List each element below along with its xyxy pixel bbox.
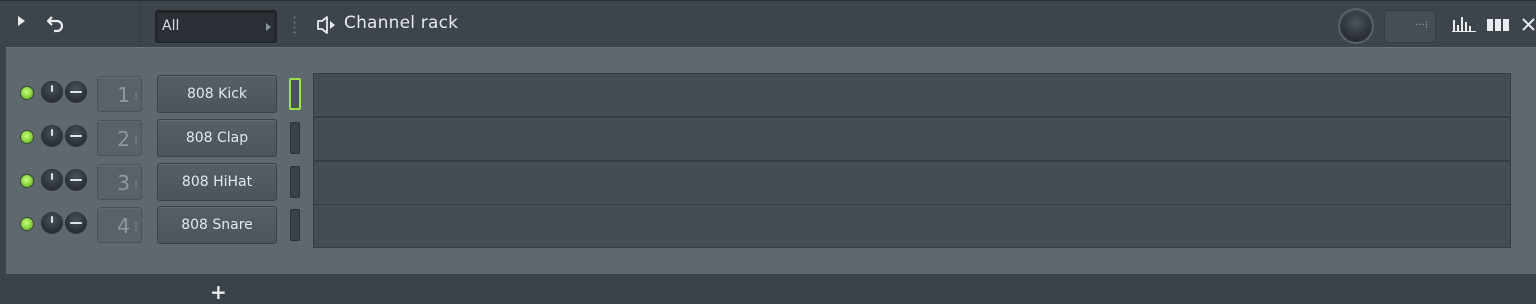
mixer-track-number[interactable]: 4 bbox=[97, 207, 142, 243]
channel-button[interactable]: 808 Kick bbox=[157, 75, 277, 113]
channel-mute-led[interactable] bbox=[21, 218, 33, 230]
channel-mute-led[interactable] bbox=[21, 175, 33, 187]
graph-editor-icon[interactable] bbox=[1452, 16, 1476, 32]
channel-row: 1 808 Kick bbox=[6, 73, 1536, 117]
step-sequencer-lane[interactable] bbox=[313, 161, 1511, 205]
channel-button[interactable]: 808 HiHat bbox=[157, 163, 277, 201]
swing-dots-icon: ···⁝ bbox=[1415, 20, 1428, 31]
divider bbox=[140, 1, 141, 47]
master-volume-knob[interactable] bbox=[1340, 10, 1372, 42]
step-sequencer-lane[interactable] bbox=[313, 117, 1511, 161]
chevron-right-icon bbox=[266, 23, 271, 31]
undo-icon[interactable] bbox=[46, 12, 66, 34]
channel-volume-knob[interactable] bbox=[42, 213, 62, 233]
step-sequencer-lane[interactable] bbox=[313, 73, 1511, 117]
channel-pan-knob[interactable] bbox=[66, 213, 86, 233]
channel-volume-knob[interactable] bbox=[42, 170, 62, 190]
mixer-track-label: 1 bbox=[117, 83, 130, 107]
mixer-track-number[interactable]: 3 bbox=[97, 164, 142, 200]
swing-control[interactable]: ···⁝ bbox=[1384, 10, 1436, 43]
channel-volume-knob[interactable] bbox=[42, 126, 62, 146]
channel-mute-led[interactable] bbox=[21, 131, 33, 143]
filter-value: All bbox=[162, 18, 180, 34]
mixer-track-label: 3 bbox=[117, 171, 130, 195]
mixer-track-label: 2 bbox=[117, 127, 130, 151]
channel-row: 2 808 Clap bbox=[6, 117, 1536, 161]
channel-pan-knob[interactable] bbox=[66, 126, 86, 146]
channel-row: 3 808 HiHat bbox=[6, 161, 1536, 205]
channel-button[interactable]: 808 Clap bbox=[157, 119, 277, 157]
channel-mute-led[interactable] bbox=[21, 87, 33, 99]
step-sequencer-lane[interactable] bbox=[313, 204, 1511, 248]
title-bar: All Channel rack ···⁝ bbox=[0, 0, 1536, 47]
window-title: Channel rack bbox=[344, 13, 459, 33]
play-icon[interactable] bbox=[18, 16, 25, 26]
channel-rack-panel: 1 808 Kick 2 808 Clap 3 808 HiHat 4 808 … bbox=[6, 47, 1536, 274]
mixer-track-number[interactable]: 2 bbox=[97, 120, 142, 156]
add-channel-button[interactable]: + bbox=[210, 282, 227, 302]
channel-button[interactable]: 808 Snare bbox=[157, 206, 277, 244]
channel-pan-knob[interactable] bbox=[66, 170, 86, 190]
channel-select-indicator[interactable] bbox=[290, 122, 300, 154]
mixer-track-number[interactable]: 1 bbox=[97, 76, 142, 112]
piano-roll-icon[interactable] bbox=[1486, 16, 1510, 32]
channel-volume-knob[interactable] bbox=[42, 82, 62, 102]
channel-filter-select[interactable]: All bbox=[155, 10, 277, 43]
channel-select-indicator[interactable] bbox=[290, 166, 300, 198]
speaker-icon[interactable] bbox=[316, 14, 340, 36]
channel-select-indicator[interactable] bbox=[289, 78, 301, 110]
channel-select-indicator[interactable] bbox=[290, 209, 300, 241]
channel-row: 4 808 Snare bbox=[6, 204, 1536, 248]
close-icon[interactable] bbox=[1521, 16, 1536, 32]
channel-pan-knob[interactable] bbox=[66, 82, 86, 102]
drag-grip-icon[interactable] bbox=[293, 15, 296, 37]
mixer-track-label: 4 bbox=[117, 214, 130, 238]
